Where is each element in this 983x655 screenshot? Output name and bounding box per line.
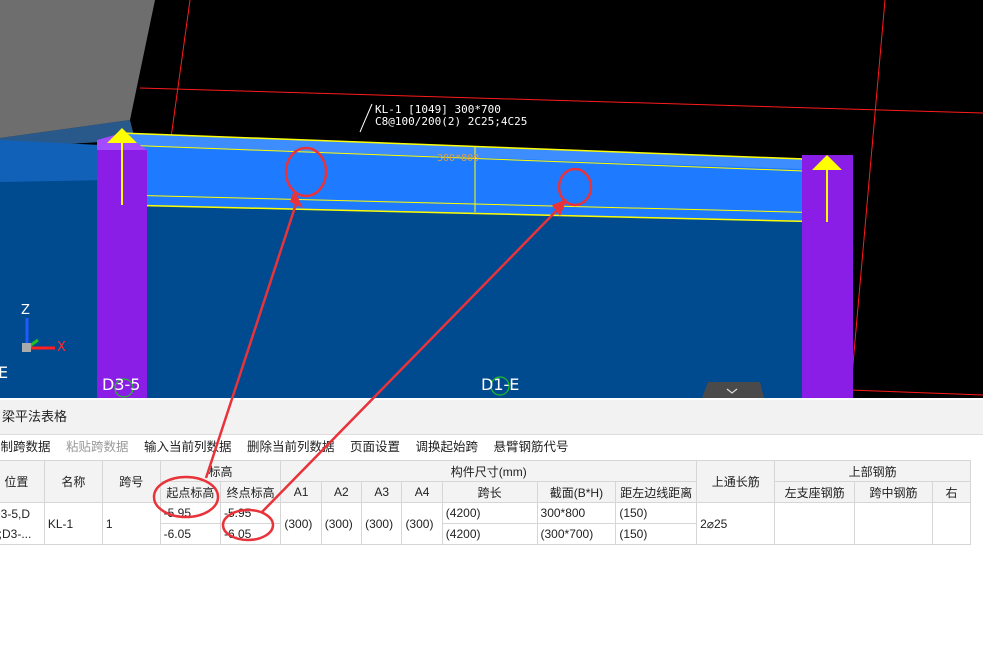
cell-top-continuous[interactable]: 2⌀25	[696, 502, 776, 545]
page-setup-button[interactable]: 页面设置	[350, 435, 400, 459]
wall-top	[0, 140, 110, 182]
axis-z-label: Z	[21, 303, 30, 318]
header-mid-span: 跨中钢筋	[853, 481, 934, 503]
panel-title: 梁平法表格	[0, 400, 983, 435]
grey-slab	[0, 0, 155, 138]
header-start-elevation: 起点标高	[159, 481, 222, 503]
cantilever-rebar-code-button[interactable]: 悬臂钢筋代号	[494, 435, 569, 459]
position-line2: 0;D3-...	[0, 526, 32, 541]
header-top-continuous: 上通长筋	[696, 460, 776, 503]
table-row: D3-5,D 0;D3-... KL-1 1 -5.95 -5.95 (300)…	[0, 502, 971, 545]
header-section: 截面(B*H)	[536, 481, 617, 503]
header-size: 构件尺寸(mm)	[280, 460, 698, 482]
cell-section-1[interactable]: 300*800	[536, 502, 617, 524]
panel-collapse-handle[interactable]	[702, 382, 764, 398]
cell-a2[interactable]: (300)	[320, 502, 363, 545]
cell-end-elevation-2[interactable]: -6.05	[219, 523, 282, 545]
beam-table-panel: 梁平法表格 复制跨数据 粘贴跨数据 输入当前列数据 删除当前列数据 页面设置 调…	[0, 398, 983, 655]
label-leader	[359, 103, 373, 133]
beam-section-label: 300*800	[437, 153, 480, 164]
cell-name[interactable]: KL-1	[43, 502, 103, 545]
grid-label-d1-e: D1-E	[481, 375, 520, 394]
header-offset: 距左边线距离	[615, 481, 698, 503]
cell-end-elevation-1[interactable]: -5.95	[219, 502, 282, 524]
header-position: 位置	[0, 460, 45, 503]
copy-span-data-button[interactable]: 复制跨数据	[0, 435, 51, 459]
model-canvas	[0, 0, 983, 398]
axis-x-label: X	[57, 340, 66, 355]
grid-label-d3-5: D3-5	[102, 375, 141, 394]
3d-viewport[interactable]: KL-1 [1049] 300*700 C8@100/200(2) 2C25;4…	[0, 0, 983, 398]
cell-right[interactable]	[932, 502, 971, 545]
header-a1: A1	[280, 481, 322, 503]
beam-span-table: 位置 名称 跨号 标高 构件尺寸(mm) 上通长筋 上部钢筋 起点标高 终点标高…	[0, 460, 971, 545]
axis-origin	[22, 343, 31, 352]
cell-position[interactable]: D3-5,D 0;D3-...	[0, 502, 45, 545]
cell-span-length-2[interactable]: (4200)	[441, 523, 538, 545]
header-top-rebar: 上部钢筋	[774, 460, 971, 482]
position-line1: D3-5,D	[0, 506, 31, 521]
swap-start-span-button[interactable]: 调换起始跨	[416, 435, 479, 459]
cell-span[interactable]: 1	[101, 502, 161, 545]
cell-a4[interactable]: (300)	[401, 502, 443, 545]
header-a3: A3	[361, 481, 403, 503]
cell-a3[interactable]: (300)	[361, 502, 403, 545]
cell-offset-2[interactable]: (150)	[615, 523, 698, 545]
cell-section-2[interactable]: (300*700)	[536, 523, 617, 545]
grid-line	[849, 0, 886, 398]
cell-a1[interactable]: (300)	[280, 502, 322, 545]
header-span-length: 跨长	[441, 481, 538, 503]
table-toolbar: 复制跨数据 粘贴跨数据 输入当前列数据 删除当前列数据 页面设置 调换起始跨 悬…	[0, 435, 983, 459]
paste-span-data-button[interactable]: 粘贴跨数据	[66, 435, 129, 459]
header-left-seat: 左支座钢筋	[774, 481, 855, 503]
cell-start-elevation-2[interactable]: -6.05	[159, 523, 222, 545]
cell-span-length-1[interactable]: (4200)	[441, 502, 538, 524]
cell-start-elevation-1[interactable]: -5.95	[159, 502, 222, 524]
header-a2: A2	[320, 481, 363, 503]
grid-label-e: E	[0, 363, 9, 382]
delete-column-data-button[interactable]: 删除当前列数据	[247, 435, 335, 459]
grid-line	[139, 87, 983, 114]
header-end-elevation: 终点标高	[219, 481, 282, 503]
header-span: 跨号	[101, 460, 161, 503]
grid-line	[849, 389, 983, 396]
header-name: 名称	[43, 460, 103, 503]
header-a4: A4	[401, 481, 443, 503]
beam-label-line2: C8@100/200(2) 2C25;4C25	[375, 115, 528, 128]
cell-offset-1[interactable]: (150)	[615, 502, 698, 524]
header-right: 右	[932, 481, 971, 503]
input-column-data-button[interactable]: 输入当前列数据	[144, 435, 232, 459]
cell-left-seat[interactable]	[774, 502, 855, 545]
header-elevation: 标高	[159, 460, 282, 482]
cell-mid-span[interactable]	[853, 502, 934, 545]
